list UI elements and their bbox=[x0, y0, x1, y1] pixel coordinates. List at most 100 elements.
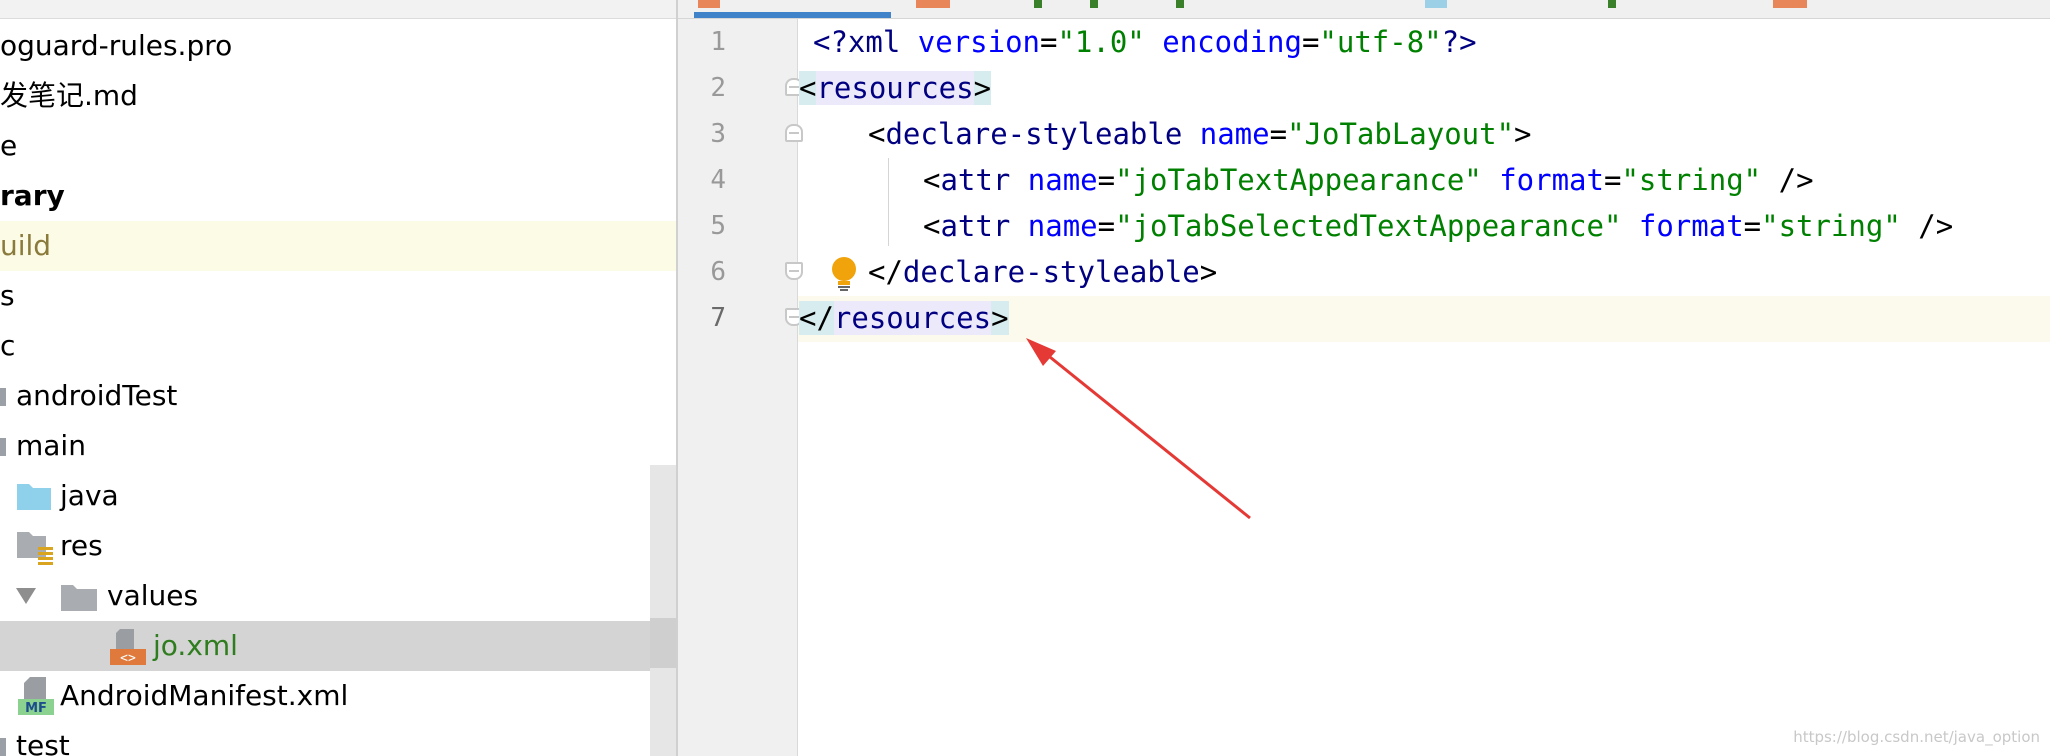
lightbulb-icon[interactable] bbox=[828, 255, 860, 293]
tag-bracket-open: < bbox=[923, 209, 941, 243]
tab-fragment[interactable] bbox=[1176, 0, 1184, 8]
attribute-name: name bbox=[1027, 163, 1098, 197]
folder-icon bbox=[17, 484, 51, 510]
line-number: 3 bbox=[710, 119, 726, 149]
line-number: 1 bbox=[710, 27, 726, 57]
tag-name: attr bbox=[940, 209, 1011, 243]
attribute-value: "JoTabLayout" bbox=[1287, 117, 1515, 151]
equals-sign: = bbox=[1040, 25, 1058, 59]
tag-bracket-close: > bbox=[973, 71, 992, 105]
tree-scrollbar-thumb[interactable] bbox=[650, 618, 676, 668]
manifest-file-icon: MF bbox=[18, 677, 54, 716]
attribute-value: "string" bbox=[1761, 209, 1901, 243]
tag-bracket-close: > bbox=[1199, 255, 1218, 289]
code-editor[interactable]: 1 2 3 4 5 6 7 <?xml version="1.0" encodi… bbox=[678, 0, 2050, 756]
tree-item-main[interactable]: main bbox=[0, 421, 676, 471]
tree-item-label: java bbox=[60, 479, 119, 512]
tab-xml-file-icon[interactable] bbox=[1773, 0, 1807, 8]
attribute-name: format bbox=[1638, 209, 1744, 243]
folder-icon bbox=[0, 438, 6, 456]
annotation-arrow bbox=[1026, 338, 1251, 520]
resource-folder-icon bbox=[17, 532, 53, 565]
attribute-name: encoding bbox=[1162, 25, 1302, 59]
tree-item-proguard-rules[interactable]: oguard-rules.pro bbox=[0, 21, 676, 71]
equals-sign: = bbox=[1743, 209, 1762, 243]
tag-self-close: /> bbox=[1778, 163, 1814, 197]
active-tab-indicator bbox=[694, 12, 891, 18]
tree-item-java[interactable]: java bbox=[0, 471, 676, 521]
tree-item-library[interactable]: rary bbox=[0, 171, 676, 221]
watermark: https://blog.csdn.net/java_option bbox=[1793, 728, 2040, 746]
fold-marker-icon[interactable] bbox=[785, 124, 803, 142]
xml-declaration-close: ?> bbox=[1441, 25, 1477, 59]
manifest-badge: MF bbox=[25, 701, 47, 716]
tree-item-values[interactable]: values bbox=[0, 571, 676, 621]
attribute-name: name bbox=[1027, 209, 1098, 243]
tree-item-android-test[interactable]: androidTest bbox=[0, 371, 676, 421]
line-number: 5 bbox=[710, 211, 726, 241]
tree-item-label: res bbox=[60, 529, 103, 562]
tree-item-libs[interactable]: s bbox=[0, 271, 676, 321]
tag-name: attr bbox=[940, 163, 1011, 197]
indent-guide bbox=[888, 158, 889, 246]
attribute-value: "1.0" bbox=[1057, 25, 1145, 59]
code-line-7[interactable]: </resources> bbox=[798, 295, 1009, 341]
folder-icon bbox=[61, 585, 97, 611]
folder-icon bbox=[0, 738, 6, 756]
tag-bracket-open: </ bbox=[868, 255, 903, 289]
code-line-3[interactable]: <declare-styleable name="JoTabLayout"> bbox=[868, 111, 1532, 157]
attribute-value: "string" bbox=[1621, 163, 1762, 197]
equals-sign: = bbox=[1269, 117, 1288, 151]
attribute-value: "joTabSelectedTextAppearance" bbox=[1115, 209, 1622, 243]
tag-bracket-close: > bbox=[991, 301, 1009, 335]
tag-bracket-open: < bbox=[799, 71, 817, 105]
attribute-value: "joTabTextAppearance" bbox=[1115, 163, 1482, 197]
tree-item-e[interactable]: e bbox=[0, 121, 676, 171]
tree-item-test[interactable]: test bbox=[0, 721, 676, 756]
tree-item-label: oguard-rules.pro bbox=[0, 29, 233, 62]
code-line-1[interactable]: <?xml version="1.0" encoding="utf-8"?> bbox=[813, 19, 1477, 65]
line-number: 7 bbox=[710, 303, 726, 333]
tree-item-label: jo.xml bbox=[153, 629, 238, 662]
tag-name-resources: resources bbox=[833, 301, 992, 335]
tab-fragment[interactable] bbox=[1034, 0, 1042, 8]
xml-file-icon: <> bbox=[110, 629, 146, 666]
tree-item-label: uild bbox=[0, 229, 52, 262]
equals-sign: = bbox=[1603, 163, 1622, 197]
folder-icon bbox=[0, 388, 6, 406]
tree-item-build[interactable]: uild bbox=[0, 221, 676, 271]
line-number: 2 bbox=[710, 73, 726, 103]
tab-xml-file-icon[interactable] bbox=[916, 0, 950, 8]
tag-bracket-open: < bbox=[923, 163, 941, 197]
line-number: 6 bbox=[710, 257, 726, 287]
tree-item-label: main bbox=[16, 429, 86, 462]
tree-item-android-manifest[interactable]: MF AndroidManifest.xml bbox=[0, 671, 676, 721]
code-line-5[interactable]: <attr name = "joTabSelectedTextAppearance"… bbox=[923, 203, 1953, 249]
tree-item-label: values bbox=[107, 579, 199, 612]
tree-item-notes-md[interactable]: 发笔记.md bbox=[0, 71, 676, 121]
project-tree-panel: oguard-rules.pro 发笔记.md e rary uild s c … bbox=[0, 0, 676, 756]
code-line-4[interactable]: <attr name="joTabTextAppearance" format=… bbox=[923, 157, 1814, 203]
xml-declaration-open: <? bbox=[813, 25, 848, 59]
tree-item-jo-xml[interactable]: <> jo.xml bbox=[0, 621, 676, 671]
fold-marker-icon[interactable] bbox=[785, 262, 803, 280]
tree-item-src[interactable]: c bbox=[0, 321, 676, 371]
tree-item-label: test bbox=[16, 729, 70, 756]
tree-item-label: AndroidManifest.xml bbox=[60, 679, 349, 712]
tag-bracket-close: > bbox=[1514, 117, 1532, 151]
attribute-value: "utf-8" bbox=[1319, 25, 1442, 59]
tree-item-label: c bbox=[0, 329, 16, 362]
equals-sign: = bbox=[1301, 25, 1320, 59]
tab-fragment[interactable] bbox=[1608, 0, 1616, 8]
tab-fragment[interactable] bbox=[1090, 0, 1098, 8]
tag-bracket-open: </ bbox=[799, 301, 834, 335]
code-line-2[interactable]: <resources> bbox=[798, 65, 992, 111]
tab-file-icon[interactable] bbox=[1425, 0, 1447, 8]
tree-item-res[interactable]: res bbox=[0, 521, 676, 571]
triangle-down-icon[interactable] bbox=[14, 586, 38, 606]
editor-tab-bar bbox=[678, 0, 2050, 19]
code-line-6[interactable]: </declare-styleable> bbox=[868, 249, 1217, 295]
tree-scrollbar-track[interactable] bbox=[650, 465, 676, 756]
attribute-name: name bbox=[1199, 117, 1270, 151]
tree-item-label: 发笔记.md bbox=[0, 79, 138, 112]
